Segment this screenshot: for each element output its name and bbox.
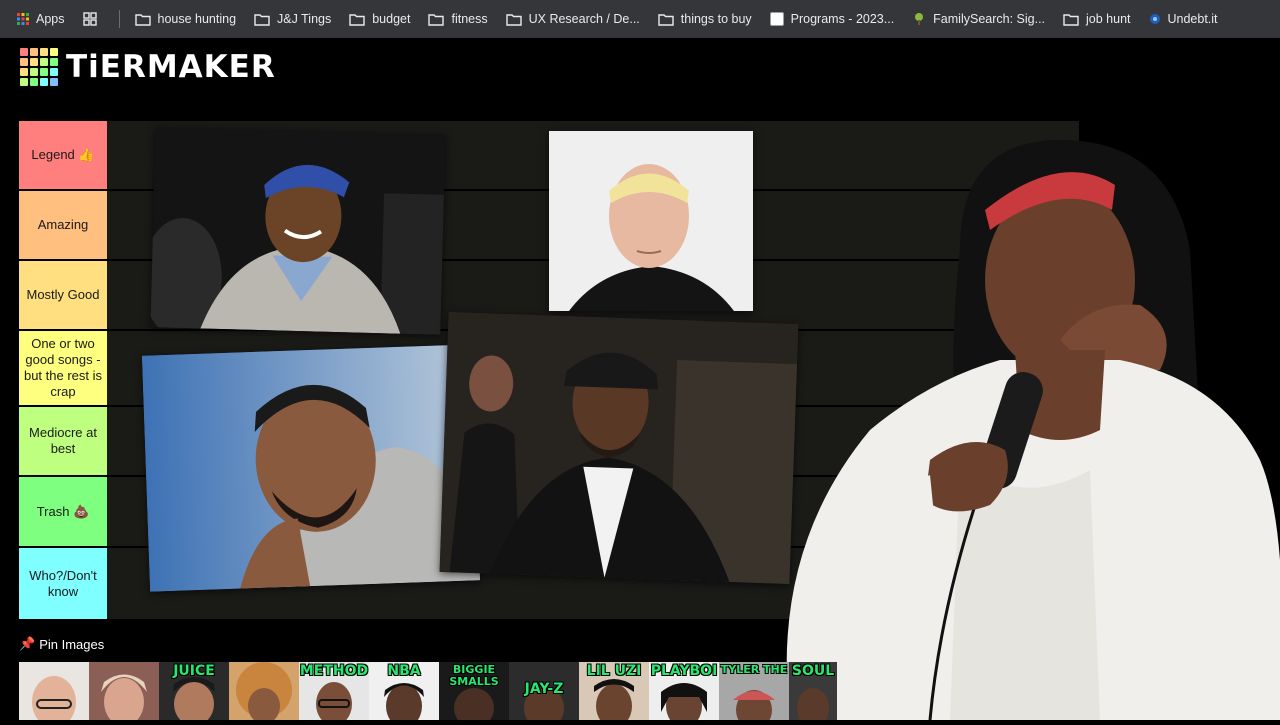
pool-image[interactable]: SOUL (789, 662, 837, 720)
pool-image-caption: JUICE (173, 663, 215, 679)
bookmark-ux-research[interactable]: UX Research / De... (497, 6, 649, 32)
artist-photo-bandana[interactable] (150, 127, 446, 335)
pool-image[interactable] (19, 662, 89, 720)
pool-image-caption: LIL UZI (586, 663, 642, 679)
undebt-icon (1149, 14, 1160, 24)
pool-image[interactable]: PLAYBOI (649, 662, 719, 720)
bookmark-label: job hunt (1086, 12, 1131, 26)
bookmark-apps[interactable]: Apps (8, 6, 74, 32)
bookmark-label: Apps (36, 12, 65, 26)
tier-label[interactable]: Mediocre at best (19, 407, 107, 475)
bookmark-label: FamilySearch: Sig... (933, 12, 1046, 26)
folder-icon (134, 13, 151, 26)
folder-icon (349, 13, 365, 26)
pool-image-caption: PLAYBOI (650, 663, 718, 679)
pool-image[interactable]: JAY-Z (509, 662, 579, 720)
bookmark-fitness[interactable]: fitness (419, 6, 496, 32)
folder-icon (428, 13, 445, 26)
bookmark-label: budget (372, 12, 411, 26)
page-icon (769, 12, 784, 26)
bookmark-familysearch[interactable]: FamilySearch: Sig... (903, 6, 1054, 32)
bookmark-label: house hunting (157, 12, 237, 26)
folder-icon (505, 13, 522, 26)
bookmark-house-hunting[interactable]: house hunting (126, 6, 246, 32)
bookmark-job-hunt[interactable]: job hunt (1054, 6, 1139, 32)
bookmark-label: UX Research / De... (528, 12, 640, 26)
apps-grid-icon (17, 13, 29, 25)
bookmark-grid[interactable] (74, 6, 113, 32)
artist-photo-graphic (150, 127, 446, 335)
bookmarks-bar: Apps house hunting J&J Tings budget fitn… (0, 0, 1280, 38)
tier-label[interactable]: One or two good songs - but the rest is … (19, 331, 107, 405)
image-pool: JUICE METHOD NBA BIGGIE SMALLS JAY-Z LIL… (19, 662, 837, 720)
presenter-overlay (760, 130, 1280, 721)
bookmark-label: Programs - 2023... (790, 12, 895, 26)
grid-icon (82, 12, 97, 26)
tiermaker-logo[interactable]: TiERMAKER (20, 48, 276, 86)
pool-image-caption: BIGGIE SMALLS (449, 663, 499, 688)
bookmark-programs[interactable]: Programs - 2023... (761, 6, 904, 32)
tier-label[interactable]: Trash 💩 (19, 477, 107, 546)
bookmark-jj-tings[interactable]: J&J Tings (245, 6, 340, 32)
bookmark-label: Undebt.it (1167, 12, 1218, 26)
pool-image[interactable] (229, 662, 299, 720)
pool-image-caption: METHOD (299, 663, 369, 679)
pool-image[interactable]: BIGGIE SMALLS (439, 662, 509, 720)
pin-images-toggle[interactable]: 📌 Pin Images (19, 636, 104, 652)
artist-photo-hoodie[interactable] (141, 344, 481, 592)
artist-photo-graphic (141, 344, 481, 592)
pool-image[interactable]: TYLER THE (719, 662, 789, 720)
pool-image[interactable]: LIL UZI (579, 662, 649, 720)
pool-image-caption: TYLER THE (720, 663, 788, 676)
presenter-graphic (786, 140, 1280, 721)
tier-label[interactable]: Who?/Don't know (19, 548, 107, 619)
pool-image-caption: SOUL (791, 663, 835, 679)
folder-icon (1063, 13, 1079, 26)
bookmark-things-to-buy[interactable]: things to buy (649, 6, 761, 32)
bookmark-budget[interactable]: budget (340, 6, 419, 32)
pool-image[interactable] (89, 662, 159, 720)
pool-image-caption: JAY-Z (524, 681, 564, 697)
pool-image[interactable]: NBA (369, 662, 439, 720)
bookmark-separator (118, 10, 120, 28)
pin-images-label: Pin Images (39, 636, 105, 652)
tier-label[interactable]: Amazing (19, 191, 107, 259)
tree-icon (915, 13, 924, 25)
folder-icon (254, 13, 270, 26)
artist-photo-blond[interactable] (549, 131, 753, 311)
artist-photo-cap[interactable] (439, 311, 799, 585)
pool-image[interactable]: METHOD (299, 662, 369, 720)
bookmark-undebt[interactable]: Undebt.it (1140, 6, 1227, 32)
logo-text: TiERMAKER (66, 49, 276, 85)
pool-image[interactable]: JUICE (159, 662, 229, 720)
bookmark-label: fitness (451, 12, 488, 26)
folder-icon (658, 13, 674, 26)
pushpin-icon: 📌 (19, 636, 36, 651)
tier-label[interactable]: Legend 👍 (19, 121, 107, 189)
artist-photo-graphic (549, 131, 753, 311)
bookmark-label: J&J Tings (277, 12, 332, 26)
tier-label[interactable]: Mostly Good (19, 261, 107, 329)
logo-grid-icon (20, 48, 58, 86)
bookmark-label: things to buy (680, 12, 752, 26)
artist-photo-graphic (439, 311, 799, 585)
pool-image-caption: NBA (387, 663, 421, 679)
